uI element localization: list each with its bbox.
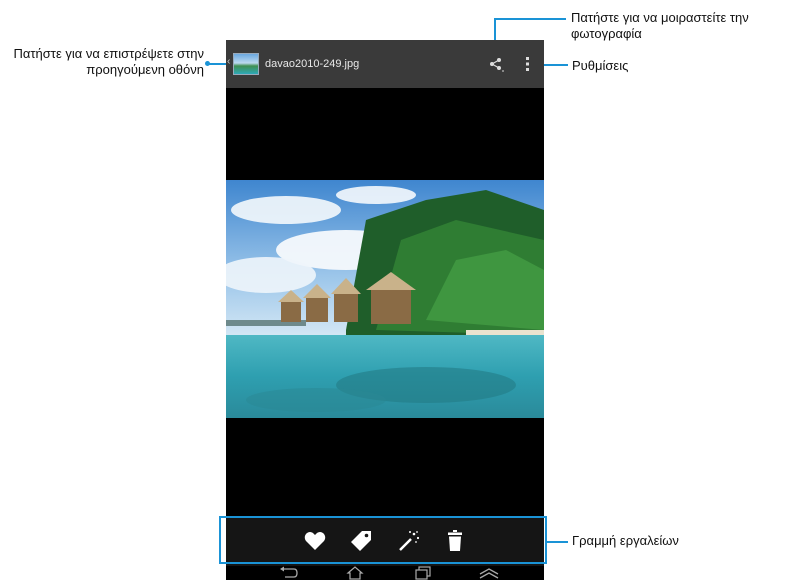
- nav-home-button[interactable]: [344, 566, 366, 580]
- toolbar-callout-text: Γραμμή εργαλείων: [572, 533, 679, 548]
- toolbar-highlight-box: [219, 516, 547, 564]
- back-icon: [280, 566, 298, 578]
- action-bar: ‹ davao2010-249.jpg: [226, 40, 544, 88]
- thumbnail-icon: [233, 53, 259, 75]
- beach-photo: [226, 180, 544, 418]
- share-leader-horizontal: [494, 18, 566, 20]
- share-callout: Πατήστε για να μοιραστείτε την φωτογραφί…: [571, 10, 793, 42]
- back-button[interactable]: ‹ davao2010-249.jpg: [227, 50, 360, 78]
- recent-apps-icon: [415, 566, 431, 580]
- settings-callout: Ρυθμίσεις: [572, 58, 628, 74]
- toolbar-callout: Γραμμή εργαλείων: [572, 533, 679, 549]
- photo-image[interactable]: [226, 180, 544, 418]
- share-button[interactable]: [488, 56, 504, 72]
- back-chevron-icon: ‹: [227, 56, 231, 67]
- nav-menu-button[interactable]: [478, 566, 500, 580]
- toolbar-leader-line: [547, 541, 568, 543]
- nav-recent-apps-button[interactable]: [412, 566, 434, 580]
- settings-leader-line: [540, 64, 568, 66]
- share-callout-text: Πατήστε για να μοιραστείτε την φωτογραφί…: [571, 10, 749, 41]
- settings-callout-text: Ρυθμίσεις: [572, 58, 629, 73]
- phone-screen: ‹ davao2010-249.jpg: [226, 40, 544, 580]
- home-icon: [346, 566, 364, 580]
- share-icon: [490, 58, 504, 72]
- back-leader-line: [209, 63, 227, 65]
- menu-up-icon: [479, 568, 499, 579]
- back-callout: Πατήστε για να επιστρέψετε στην προηγούμ…: [8, 46, 204, 78]
- overflow-menu-icon: [526, 57, 529, 71]
- overflow-menu-button[interactable]: [523, 56, 531, 72]
- system-nav-bar: [226, 566, 544, 580]
- nav-back-button[interactable]: [278, 566, 300, 580]
- back-callout-text: Πατήστε για να επιστρέψετε στην προηγούμ…: [13, 46, 204, 77]
- back-leader-dot: [205, 61, 210, 66]
- file-title: davao2010-249.jpg: [265, 58, 360, 70]
